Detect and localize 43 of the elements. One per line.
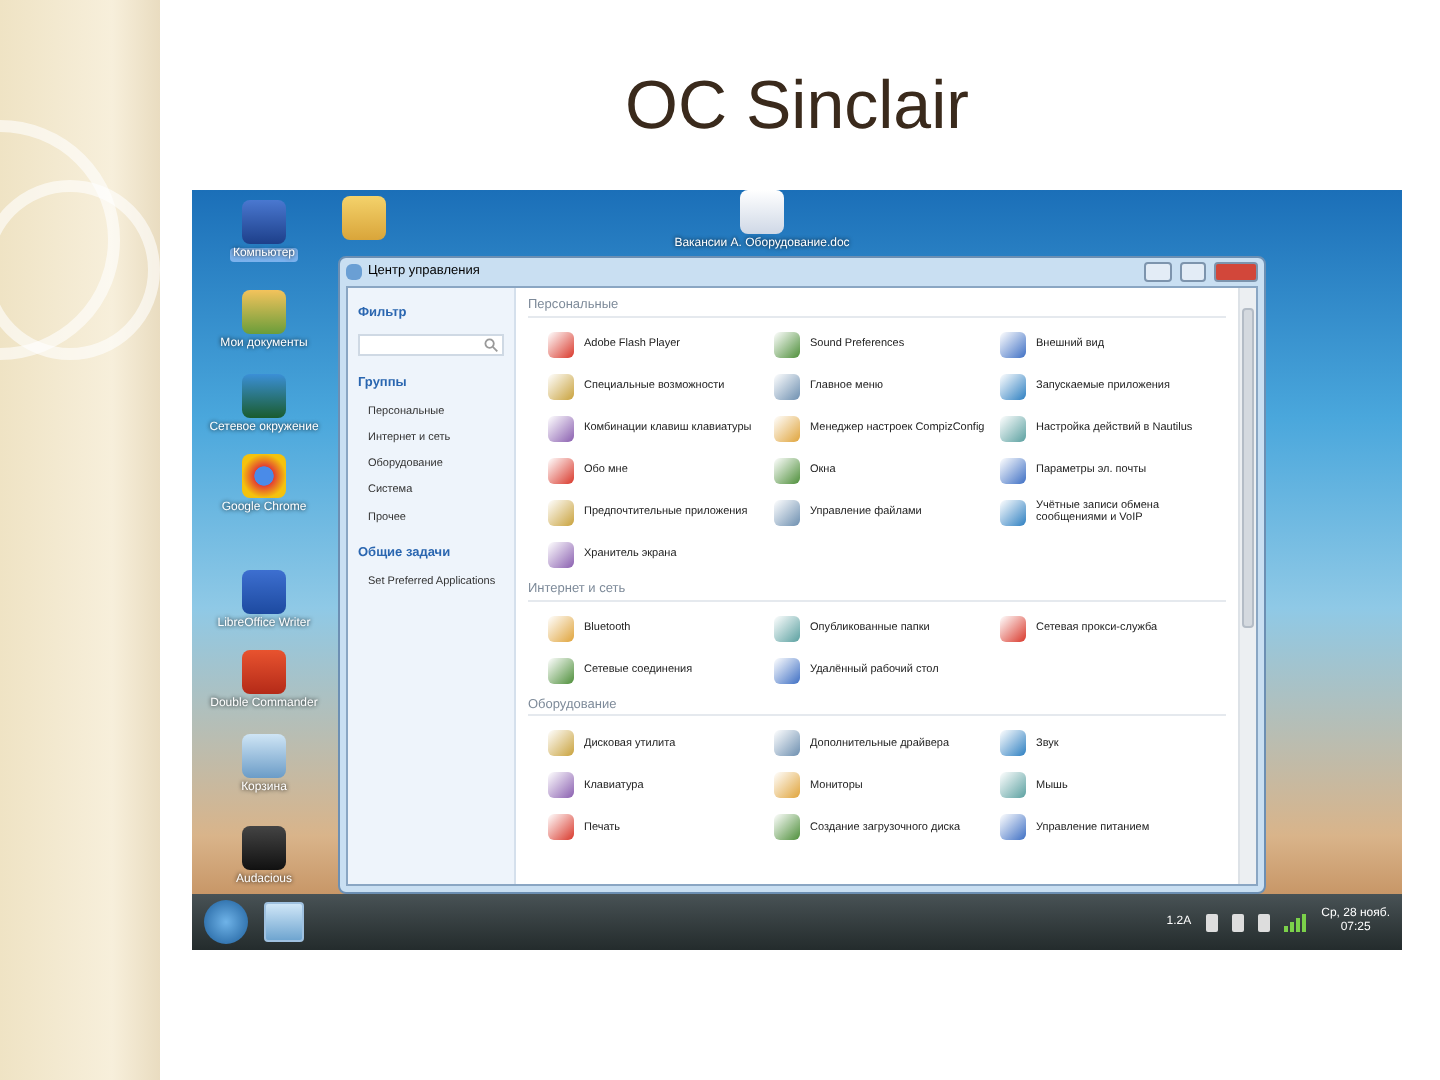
- settings-item-icon[interactable]: [1000, 499, 1026, 526]
- settings-item-icon[interactable]: [1000, 814, 1026, 841]
- maximize-button[interactable]: [1180, 262, 1206, 282]
- close-button[interactable]: [1214, 262, 1258, 282]
- settings-item-icon[interactable]: [774, 615, 800, 642]
- shortcut-icon[interactable]: [740, 190, 784, 234]
- settings-item-icon[interactable]: [548, 814, 574, 841]
- settings-item-icon[interactable]: [774, 499, 800, 526]
- settings-item-icon[interactable]: [774, 772, 800, 799]
- settings-item-icon[interactable]: [1000, 331, 1026, 358]
- minimize-button[interactable]: [1144, 262, 1172, 282]
- settings-item-icon[interactable]: [1000, 615, 1026, 642]
- settings-item-icon[interactable]: [774, 331, 800, 358]
- settings-item-icon[interactable]: [548, 457, 574, 484]
- settings-item-icon[interactable]: [548, 331, 574, 358]
- settings-item-icon[interactable]: [1000, 415, 1026, 442]
- slide-title: ОС Sinclair: [623, 66, 971, 148]
- start-button[interactable]: [204, 900, 248, 944]
- settings-item-icon[interactable]: [1000, 457, 1026, 484]
- settings-item-icon[interactable]: [548, 730, 574, 757]
- taskbar-app-button[interactable]: [264, 902, 304, 942]
- settings-item-icon[interactable]: [548, 615, 574, 642]
- window-icon: [346, 264, 362, 280]
- settings-item-icon[interactable]: [774, 814, 800, 841]
- settings-item-icon[interactable]: [774, 657, 800, 684]
- settings-item-icon[interactable]: [774, 415, 800, 442]
- settings-item-icon[interactable]: [1000, 373, 1026, 400]
- settings-item-icon[interactable]: [774, 457, 800, 484]
- settings-item-icon[interactable]: [1000, 772, 1026, 799]
- search-field[interactable]: [358, 333, 504, 356]
- shortcut-icon[interactable]: [242, 826, 286, 870]
- settings-item-icon[interactable]: [548, 415, 574, 442]
- settings-item-icon[interactable]: [774, 373, 800, 400]
- settings-item-icon[interactable]: [548, 657, 574, 684]
- settings-item-icon[interactable]: [548, 373, 574, 400]
- settings-item-icon[interactable]: [774, 730, 800, 757]
- settings-item-icon[interactable]: [1000, 730, 1026, 757]
- settings-item-icon[interactable]: [548, 499, 574, 526]
- settings-item-icon[interactable]: [548, 772, 574, 799]
- shortcut-icon[interactable]: [242, 570, 286, 614]
- settings-item-icon[interactable]: [548, 541, 574, 568]
- signal-icon[interactable]: [1283, 913, 1308, 931]
- search-icon: [484, 337, 498, 352]
